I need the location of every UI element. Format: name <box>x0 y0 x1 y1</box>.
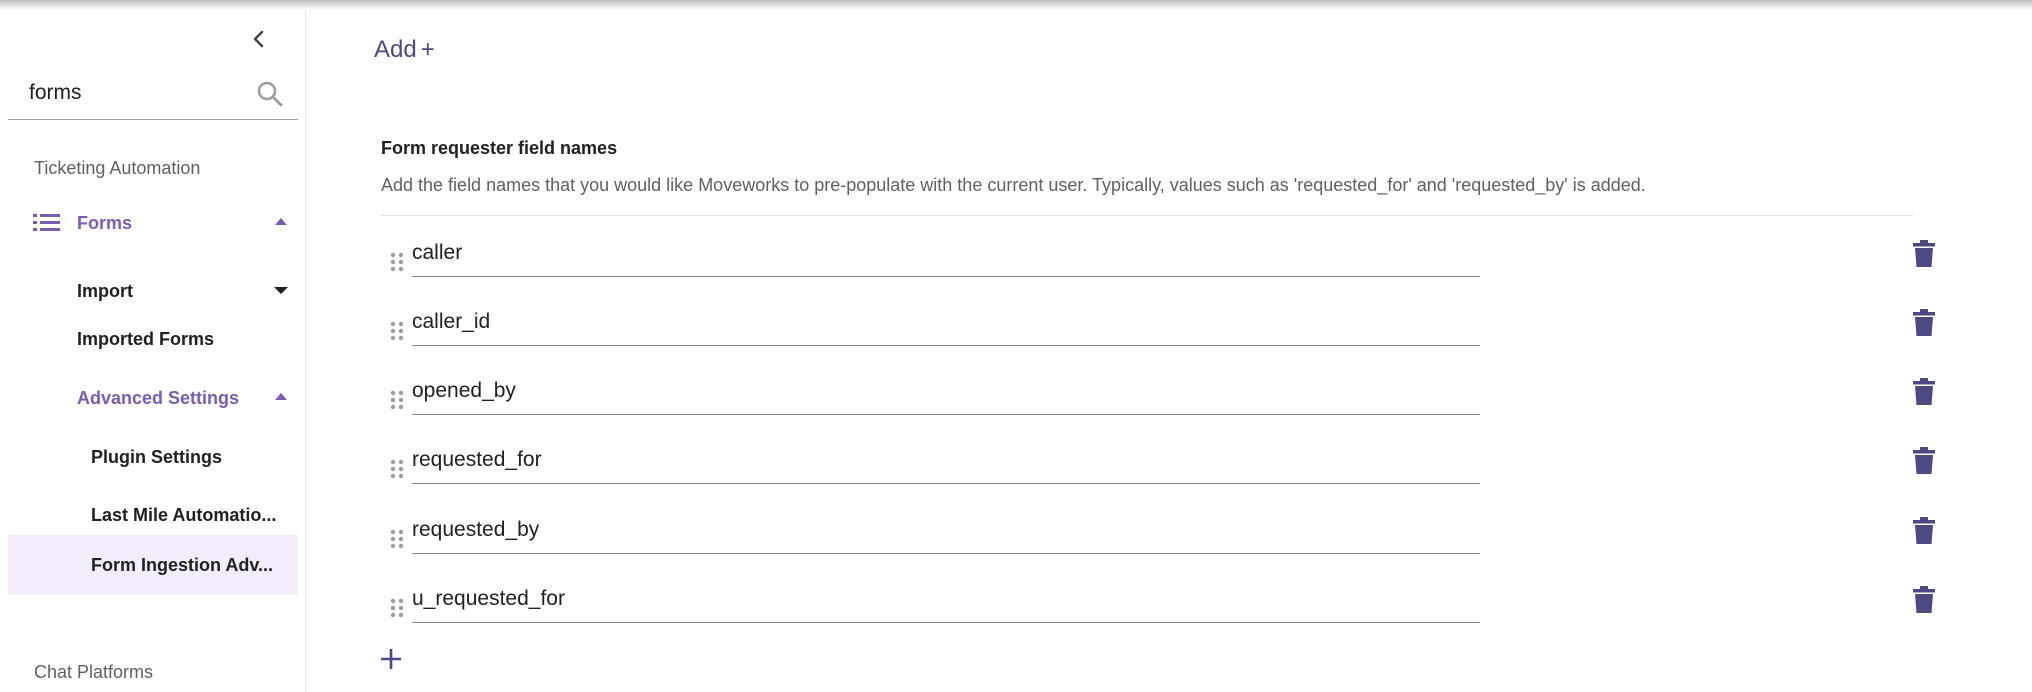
drag-handle-icon[interactable] <box>390 598 404 618</box>
field-row <box>346 299 2032 359</box>
section-title: Form requester field names <box>381 138 618 158</box>
main-content: Add + Form requester field names Add the… <box>346 10 2032 692</box>
add-button-label: Add <box>374 36 417 63</box>
field-row <box>346 576 2032 636</box>
drag-handle-icon[interactable] <box>390 321 404 341</box>
delete-icon[interactable] <box>1913 240 1935 268</box>
field-name-input[interactable] <box>412 376 1480 406</box>
field-name-input-wrapper <box>412 437 1480 484</box>
caret-up-icon <box>275 218 287 225</box>
field-name-input-wrapper <box>412 507 1480 554</box>
sidebar-item-form-ingestion[interactable]: Form Ingestion Adv... <box>0 540 306 590</box>
sidebar-item-last-mile-automation[interactable]: Last Mile Automatio... <box>0 490 306 540</box>
delete-icon[interactable] <box>1913 378 1935 406</box>
section-ticketing-automation: Ticketing Automation <box>34 158 201 178</box>
field-name-input[interactable] <box>412 515 1480 545</box>
field-name-input[interactable] <box>412 307 1480 337</box>
delete-icon[interactable] <box>1913 447 1935 475</box>
field-row <box>346 230 2032 290</box>
search-input[interactable] <box>29 76 249 110</box>
sidebar-item-label: Form Ingestion Adv... <box>91 555 274 575</box>
field-name-input-wrapper <box>412 368 1480 415</box>
sidebar-item-label: Advanced Settings <box>77 388 240 408</box>
chevron-left-icon <box>253 30 264 48</box>
drag-handle-icon[interactable] <box>390 390 404 410</box>
field-name-input[interactable] <box>412 445 1480 475</box>
sidebar-item-imported-forms[interactable]: Imported Forms <box>0 314 306 364</box>
collapse-sidebar-button[interactable] <box>244 24 274 54</box>
sidebar-item-label: Last Mile Automatio... <box>91 505 277 525</box>
caret-down-icon <box>274 287 288 294</box>
sidebar-item-label: Plugin Settings <box>91 447 223 467</box>
delete-icon[interactable] <box>1913 586 1935 614</box>
list-icon <box>33 214 60 231</box>
field-row <box>346 368 2032 428</box>
field-name-input-wrapper <box>412 299 1480 346</box>
sidebar-item-label: Imported Forms <box>77 329 215 349</box>
sidebar-item-label: Import <box>77 281 133 301</box>
top-bar-shadow <box>0 0 2032 10</box>
caret-up-icon <box>275 393 287 400</box>
field-row <box>346 437 2032 497</box>
sidebar-item-forms[interactable]: Forms <box>0 198 306 248</box>
field-name-input[interactable] <box>412 584 1480 614</box>
sidebar: Ticketing Automation Forms Import Import… <box>0 10 306 692</box>
sidebar-item-plugin-settings[interactable]: Plugin Settings <box>0 432 306 482</box>
drag-handle-icon[interactable] <box>390 529 404 549</box>
sidebar-item-advanced-settings[interactable]: Advanced Settings <box>0 373 306 423</box>
add-plus-symbol: + <box>420 36 435 63</box>
add-button[interactable]: Add + <box>374 36 435 64</box>
drag-handle-icon[interactable] <box>390 252 404 272</box>
delete-icon[interactable] <box>1913 517 1935 545</box>
search-box <box>8 68 298 120</box>
add-field-plus-icon[interactable] <box>378 646 404 672</box>
sidebar-item-label: Forms <box>77 213 133 233</box>
field-name-input-wrapper <box>412 576 1480 623</box>
drag-handle-icon[interactable] <box>390 459 404 479</box>
search-icon[interactable] <box>256 80 284 108</box>
field-row <box>346 507 2032 567</box>
sidebar-item-import[interactable]: Import <box>0 266 306 316</box>
delete-icon[interactable] <box>1913 309 1935 337</box>
divider <box>381 215 1913 216</box>
field-name-input-wrapper <box>412 230 1480 277</box>
section-chat-platforms: Chat Platforms <box>34 662 154 682</box>
field-name-input[interactable] <box>412 238 1480 268</box>
section-description: Add the field names that you would like … <box>381 175 1646 195</box>
